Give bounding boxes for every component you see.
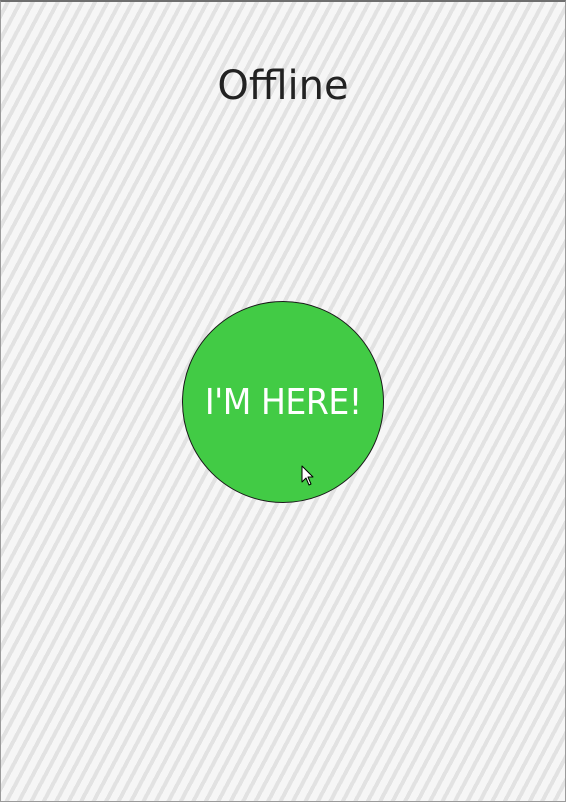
app-screen: Offline I'M HERE! <box>0 0 566 802</box>
im-here-button-label: I'M HERE! <box>204 381 362 423</box>
im-here-button[interactable]: I'M HERE! <box>182 301 384 503</box>
status-title: Offline <box>217 63 349 109</box>
mouse-pointer-icon <box>301 465 314 486</box>
